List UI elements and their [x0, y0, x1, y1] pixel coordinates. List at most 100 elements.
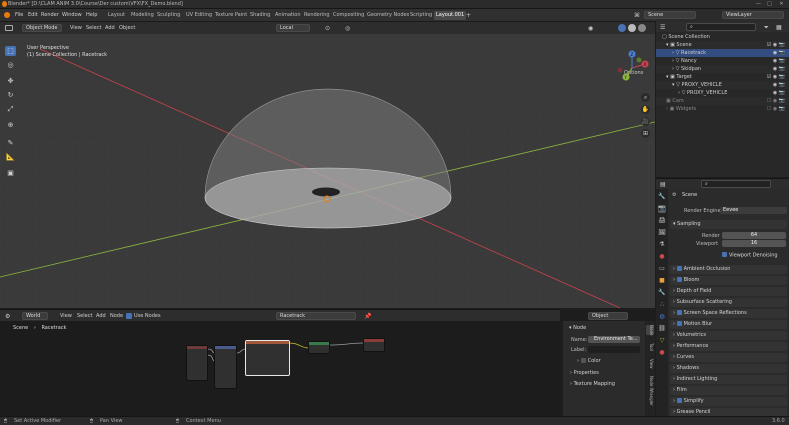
viewport-menu-add[interactable]: Add [105, 25, 115, 31]
color-subpanel[interactable]: › Color [575, 357, 641, 366]
outliner-row[interactable]: ▾ ▣ Scene ☑ ◉ 📷 [656, 41, 789, 49]
tab-layout[interactable]: Layout [106, 11, 127, 20]
mapping-node[interactable] [214, 345, 237, 389]
physics-tab-icon[interactable]: ◍ [658, 313, 666, 321]
tab-sculpting[interactable]: Sculpting [155, 11, 182, 20]
scene-selector[interactable]: Scene [644, 11, 696, 19]
modifier-tab-icon[interactable]: 🔧 [658, 289, 666, 297]
menu-render[interactable]: Render [41, 12, 59, 18]
tab-scripting[interactable]: Scripting [408, 11, 434, 20]
outliner-type-icon[interactable]: ☰ [660, 24, 665, 31]
view-layer-tab-icon[interactable]: 🖼 [658, 229, 666, 237]
scale-tool-icon[interactable]: ⤢ [5, 104, 16, 114]
environment-texture-node[interactable] [245, 340, 290, 376]
collection-tab-icon[interactable]: ▭ [658, 265, 666, 273]
move-tool-icon[interactable]: ✥ [5, 76, 16, 86]
use-nodes-checkbox[interactable] [126, 313, 132, 319]
scene-tab-icon[interactable]: ⚗ [658, 241, 666, 249]
tab-uv-editing[interactable]: UV Editing [184, 11, 214, 20]
outliner-row[interactable]: › ▣ Widgets ☐ ◉ 📷 [656, 105, 789, 113]
annotate-tool-icon[interactable]: ✎ [5, 138, 16, 148]
menu-help[interactable]: Help [86, 12, 97, 18]
render-samples-field[interactable]: 64 [722, 232, 786, 239]
node-menu-node[interactable]: Node [110, 313, 123, 319]
node-editor-canvas[interactable] [0, 321, 560, 416]
properties-subpanel[interactable]: › Properties [568, 369, 641, 378]
properties-type-icon[interactable]: ▤ [660, 181, 666, 188]
film-panel[interactable]: › Film [670, 386, 787, 395]
subsurface-scattering-panel[interactable]: › Subsurface Scattering [670, 298, 787, 307]
outliner-search[interactable]: ⌕ [686, 23, 756, 31]
screen-space-reflections-panel[interactable]: › Screen Space Reflections [670, 309, 787, 318]
view-layer-selector[interactable]: ViewLayer [722, 11, 784, 19]
3d-viewport[interactable]: Options [0, 34, 655, 308]
add-workspace-icon[interactable]: + [466, 12, 471, 19]
node-label-field[interactable] [588, 346, 640, 353]
filter-icon[interactable]: ⏷ [764, 24, 769, 32]
navigation-gizmo[interactable]: X Y Z [612, 48, 652, 88]
visibility-icon[interactable]: ◉ [588, 25, 593, 32]
render-engine-dropdown[interactable]: Eevee [720, 207, 787, 214]
tab-animation[interactable]: Animation [273, 11, 303, 20]
select-box-tool-icon[interactable]: ⬚ [5, 46, 16, 56]
outliner-row[interactable]: ▢ Scene Collection [656, 33, 789, 41]
viewport-menu-view[interactable]: View [70, 25, 82, 31]
node-menu-add[interactable]: Add [96, 313, 106, 319]
constraints-tab-icon[interactable]: ⛓ [658, 325, 666, 333]
output-tab-icon[interactable]: 🖨 [658, 217, 666, 225]
editor-type-icon[interactable] [5, 25, 13, 31]
snap-icon[interactable]: ⊙ [325, 25, 330, 32]
tool-tab-icon[interactable]: 🔧 [658, 193, 666, 201]
particles-tab-icon[interactable]: ∴ [658, 301, 666, 309]
node-name-field[interactable]: Environment Te... [588, 336, 640, 343]
performance-panel[interactable]: › Performance [670, 342, 787, 351]
shading-solid-icon[interactable] [618, 24, 626, 32]
blender-menu-icon[interactable] [4, 12, 10, 18]
texture-mapping-subpanel[interactable]: › Texture Mapping [568, 380, 641, 389]
depth-of-field-panel[interactable]: › Depth of Field [670, 287, 787, 296]
material-tab-icon[interactable]: ● [658, 349, 666, 357]
menu-file[interactable]: File [15, 12, 23, 18]
node-menu-view[interactable]: View [60, 313, 72, 319]
outliner-row[interactable]: ▣ Cam ☐ ◉ 📷 [656, 97, 789, 105]
world-output-node[interactable] [363, 338, 385, 352]
new-collection-icon[interactable]: ▦ [776, 24, 782, 31]
shading-rendered-icon[interactable] [638, 24, 646, 32]
tab-texture-paint[interactable]: Texture Paint [213, 11, 249, 20]
node-menu-select[interactable]: Select [77, 313, 92, 319]
transform-orientation-selector[interactable]: Local [276, 24, 310, 32]
bloom-panel[interactable]: › Bloom [670, 276, 787, 285]
add-cube-tool-icon[interactable]: ▣ [5, 168, 16, 178]
properties-search[interactable]: ⌕ [701, 180, 771, 188]
viewport-denoising-checkbox[interactable]: Viewport Denoising [722, 252, 778, 259]
close-button[interactable]: ✕ [778, 1, 785, 7]
shading-material-icon[interactable] [628, 24, 636, 32]
outliner-row[interactable]: › ▽ Skidpan ◉ 📷 [656, 65, 789, 73]
ambient-occlusion-panel[interactable]: › Ambient Occlusion [670, 265, 787, 274]
maximize-button[interactable]: □ [766, 1, 773, 7]
curves-panel[interactable]: › Curves [670, 353, 787, 362]
outliner-row[interactable]: › ▽ Nancy ◉ 📷 [656, 57, 789, 65]
tab-layout-001[interactable]: Layout.001 [434, 11, 467, 20]
node-section[interactable]: ▾ Node [565, 324, 643, 333]
menu-edit[interactable]: Edit [28, 12, 38, 18]
pin-icon[interactable]: 📌 [364, 313, 371, 320]
transform-tool-icon[interactable]: ⊕ [5, 120, 16, 130]
shadows-panel[interactable]: › Shadows [670, 364, 787, 373]
menu-window[interactable]: Window [62, 12, 82, 18]
indirect-lighting-panel[interactable]: › Indirect Lighting [670, 375, 787, 384]
grease-pencil-panel[interactable]: › Grease Pencil [670, 408, 787, 416]
viewport-samples-field[interactable]: 16 [722, 240, 786, 247]
breadcrumb-world[interactable]: Racetrack [41, 325, 66, 331]
slot-selector[interactable]: Object [588, 312, 628, 320]
viewport-menu-object[interactable]: Object [119, 25, 135, 31]
perspective-toggle-icon[interactable]: ⊞ [641, 129, 650, 138]
world-tab-icon[interactable]: ● [658, 253, 666, 261]
viewport-menu-select[interactable]: Select [86, 25, 101, 31]
tab-node[interactable]: Node [646, 325, 654, 336]
tab-node-wrangler[interactable]: Node Wrangler [646, 376, 654, 406]
tab-view[interactable]: View [646, 359, 654, 369]
motion-blur-panel[interactable]: › Motion Blur [670, 320, 787, 329]
node-editor-type-icon[interactable]: ⚙ [5, 313, 10, 320]
minimize-button[interactable]: — [755, 1, 762, 7]
